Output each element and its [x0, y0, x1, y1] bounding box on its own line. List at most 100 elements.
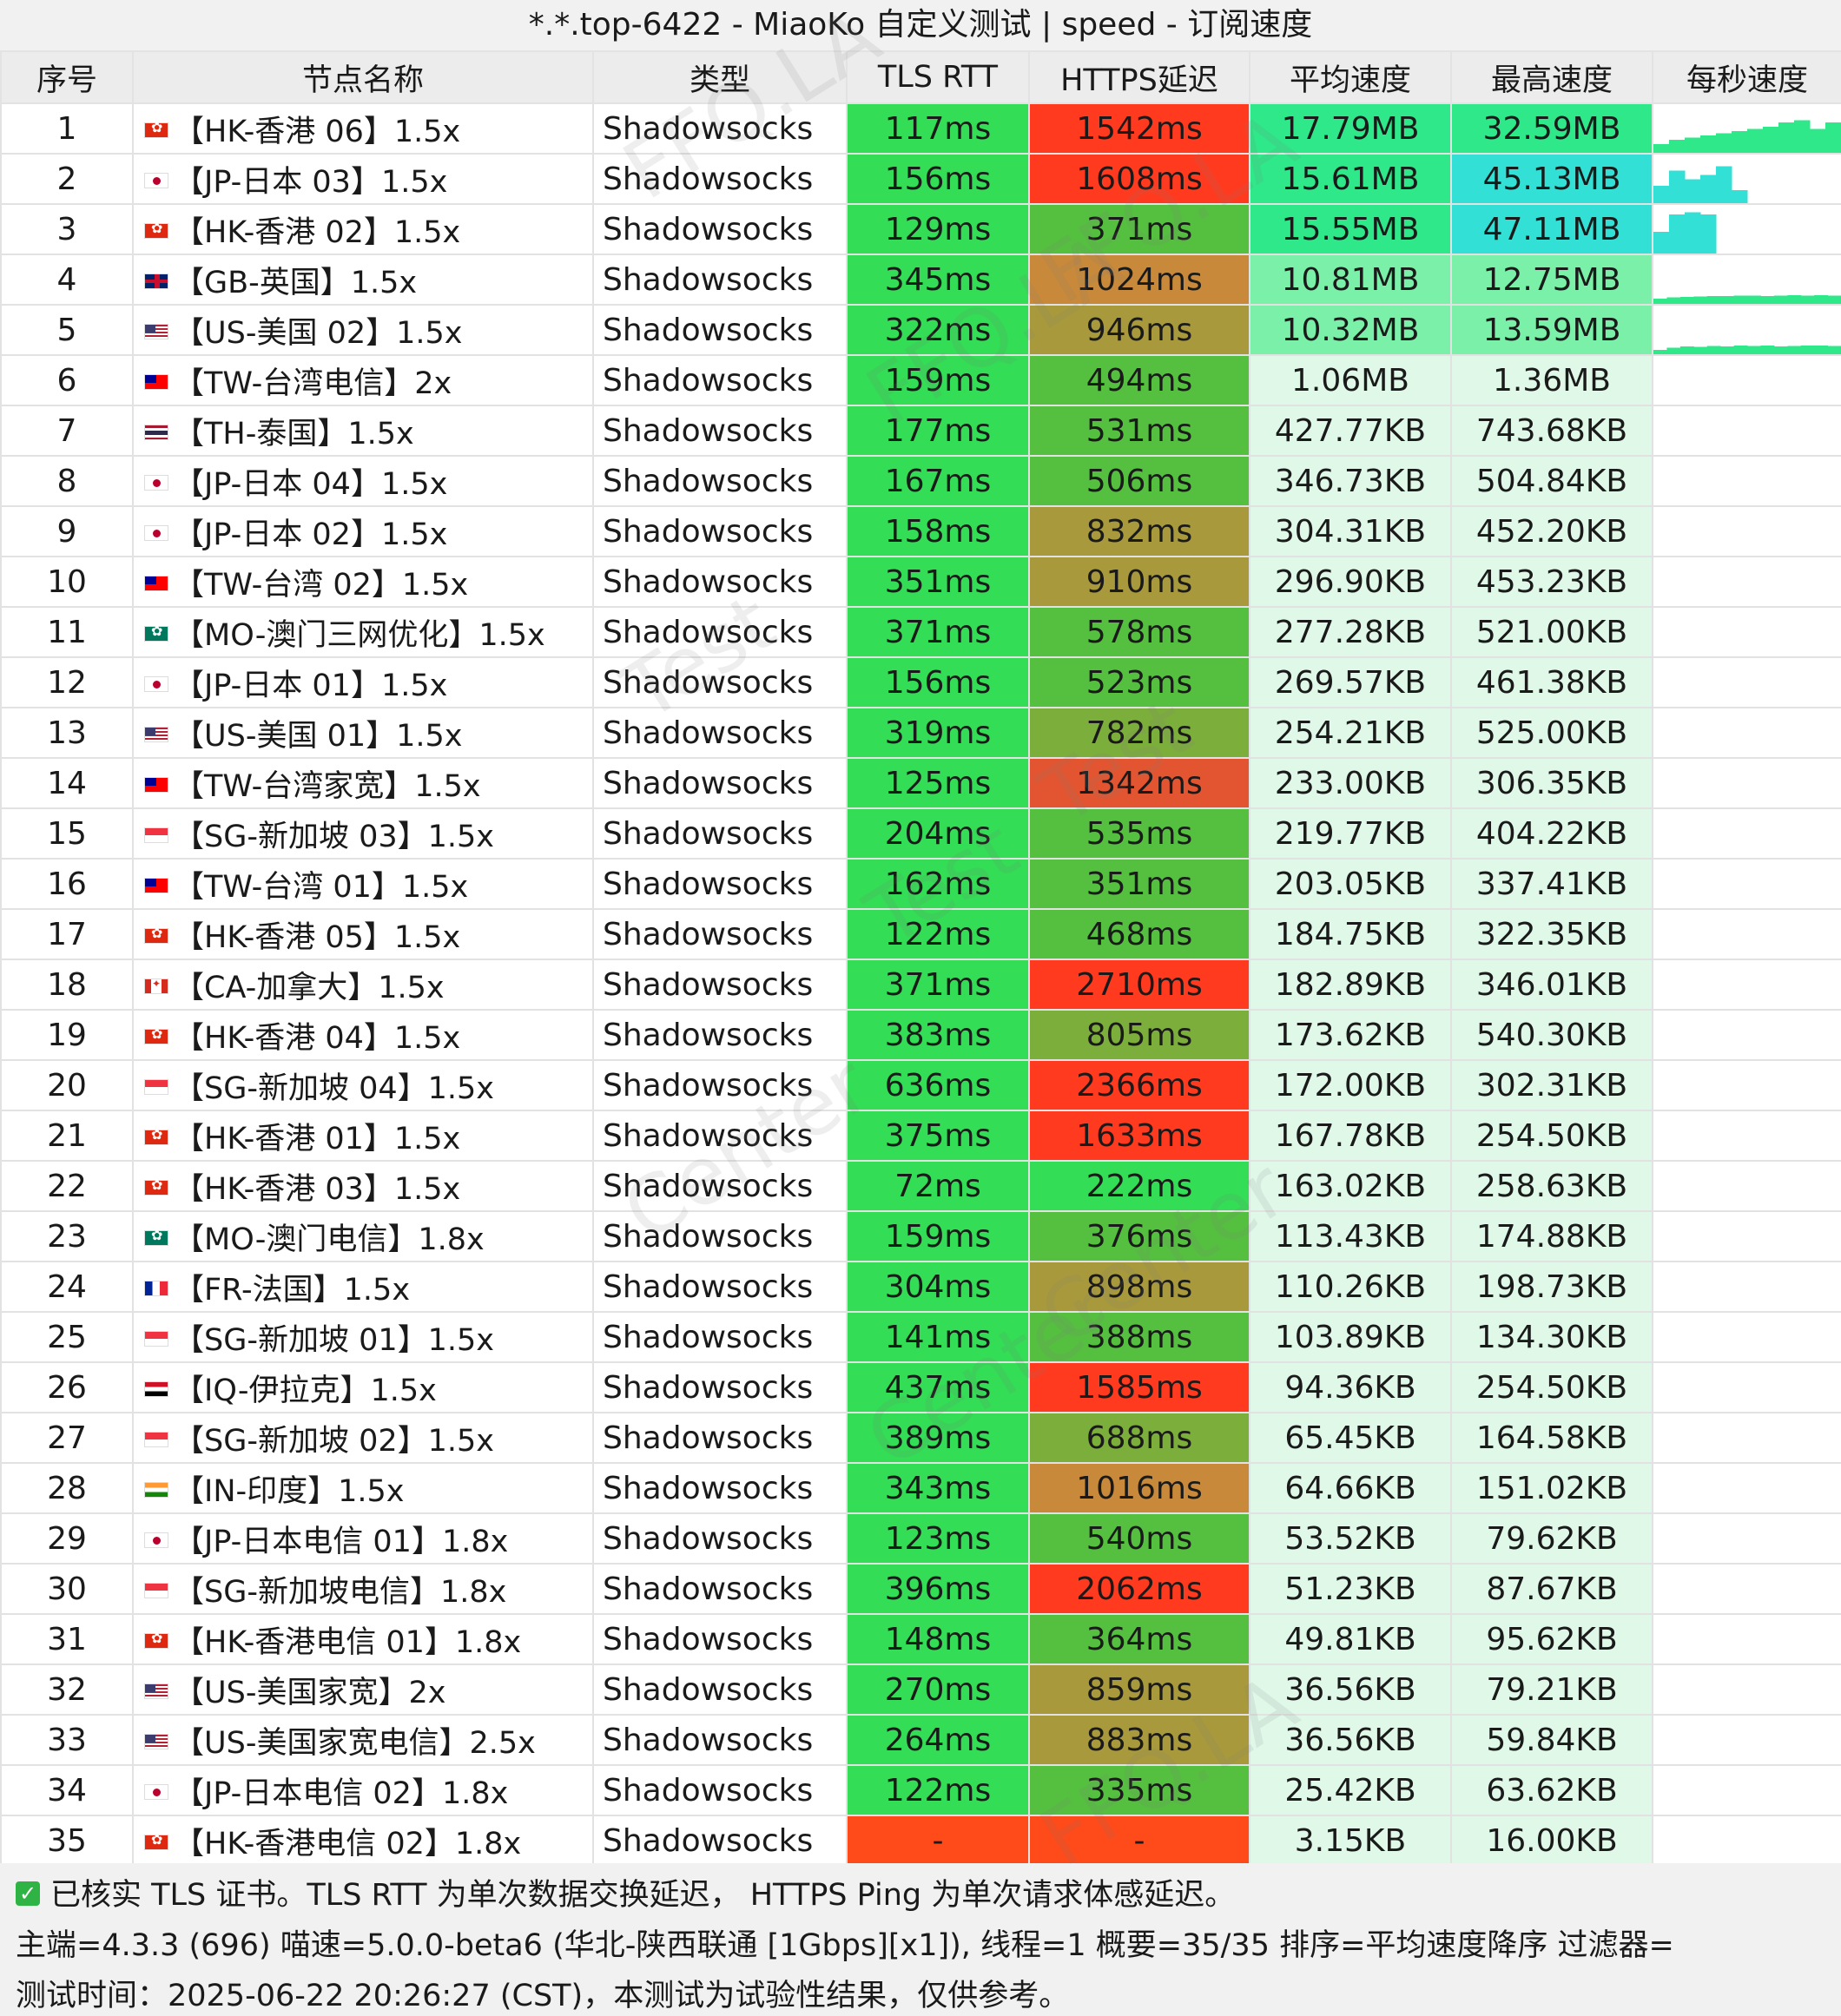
- avg-speed: 36.56KB: [1249, 1664, 1452, 1716]
- footer-line-verification: ✓ 已核实 TLS 证书。TLS RTT 为单次数据交换延迟， HTTPS Pin…: [16, 1870, 1235, 1914]
- column-header-per-second-speed[interactable]: 每秒速度: [1652, 50, 1841, 104]
- table-row[interactable]: 24 【FR-法国】1.5x Shadowsocks 304ms 898ms 110.26…: [0, 1261, 1841, 1313]
- table-row[interactable]: 23 【MO-澳门电信】1.8x Shadowsocks159ms376ms113.…: [0, 1210, 1841, 1262]
- max-speed: 198.73KB: [1450, 1261, 1653, 1313]
- https-delay: 1024ms: [1028, 254, 1250, 306]
- tls-rtt: 270ms: [846, 1664, 1030, 1716]
- https-delay: 1342ms: [1028, 757, 1250, 809]
- max-speed: 79.21KB: [1450, 1664, 1653, 1716]
- table-row[interactable]: 5 【US-美国 02】1.5x Shadowsocks 322ms 946ms 10.3…: [0, 304, 1841, 356]
- table-row[interactable]: 22 【HK-香港 03】1.5x Shadowsocks72ms222ms163.…: [0, 1160, 1841, 1212]
- https-delay: 2062ms: [1028, 1563, 1250, 1615]
- column-header-name[interactable]: 节点名称: [132, 50, 594, 104]
- node-type: Shadowsocks: [592, 1210, 848, 1262]
- flag-sg-icon: [144, 1431, 168, 1447]
- column-header-type[interactable]: 类型: [592, 50, 848, 104]
- table-row[interactable]: 27 【SG-新加坡 02】1.5x Shadowsocks 389ms 688ms 65…: [0, 1412, 1841, 1464]
- node-name: 【JP-日本 03】1.5x: [174, 164, 448, 200]
- node-name: 【TW-台湾 02】1.5x: [174, 567, 469, 603]
- window-title: *.*.top-6422 - MiaoKo 自定义测试 | speed - 订阅…: [0, 0, 1841, 50]
- avg-speed: 51.23KB: [1249, 1563, 1452, 1615]
- column-header-index[interactable]: 序号: [0, 50, 134, 104]
- tls-rtt: 159ms: [846, 354, 1030, 406]
- table-row[interactable]: 16 【TW-台湾 01】1.5x Shadowsocks 162ms 351ms 203…: [0, 858, 1841, 910]
- row-index: 22: [0, 1160, 134, 1212]
- avg-speed: 203.05KB: [1249, 858, 1452, 910]
- table-row[interactable]: 19 【HK-香港 04】1.5x Shadowsocks383ms805ms173…: [0, 1009, 1841, 1061]
- table-row[interactable]: 26 【IQ-伊拉克】1.5x Shadowsocks 437ms 1585ms 94.3…: [0, 1361, 1841, 1413]
- column-header-tls-rtt[interactable]: TLS RTT: [846, 50, 1030, 104]
- max-speed: 174.88KB: [1450, 1210, 1653, 1262]
- table-row[interactable]: 7 【TH-泰国】1.5x Shadowsocks 177ms 531ms 427.77K…: [0, 405, 1841, 457]
- https-delay: 859ms: [1028, 1664, 1250, 1716]
- avg-speed: 15.61MB: [1249, 153, 1452, 205]
- table-row[interactable]: 11 【MO-澳门三网优化】1.5x Shadowsocks371ms578ms27…: [0, 606, 1841, 658]
- column-header-max-speed[interactable]: 最高速度: [1450, 50, 1653, 104]
- node-name-cell: 【SG-新加坡 04】1.5x: [132, 1059, 594, 1111]
- table-row[interactable]: 10 【TW-台湾 02】1.5x Shadowsocks 351ms 910ms 296…: [0, 556, 1841, 608]
- avg-speed: 53.52KB: [1249, 1512, 1452, 1565]
- row-index: 11: [0, 606, 134, 658]
- table-row[interactable]: 4 【GB-英国】1.5x Shadowsocks 345ms 1024ms 10.81M…: [0, 254, 1841, 306]
- table-row[interactable]: 18 【CA-加拿大】1.5x Shadowsocks371ms2710ms182.…: [0, 959, 1841, 1011]
- table-row[interactable]: 31 【HK-香港电信 01】1.8x Shadowsocks148ms364ms4…: [0, 1613, 1841, 1665]
- speed-sample-bar: [1654, 299, 1667, 303]
- table-row[interactable]: 32 【US-美国家宽】2x Shadowsocks 270ms 859ms 36.56K…: [0, 1664, 1841, 1716]
- table-row[interactable]: 29 【JP-日本电信 01】1.8x Shadowsocks 123ms 540ms 5…: [0, 1512, 1841, 1565]
- per-second-speed-chart: [1652, 1261, 1841, 1313]
- table-row[interactable]: 20 【SG-新加坡 04】1.5x Shadowsocks 636ms 2366ms 1…: [0, 1059, 1841, 1111]
- avg-speed: 173.62KB: [1249, 1009, 1452, 1061]
- column-header-https-delay[interactable]: HTTPS延迟: [1028, 50, 1250, 104]
- tls-rtt: 345ms: [846, 254, 1030, 306]
- flag-jp-icon: [144, 1532, 168, 1548]
- row-index: 10: [0, 556, 134, 608]
- table-row[interactable]: 1 【HK-香港 06】1.5x Shadowsocks117ms1542ms17.…: [0, 102, 1841, 155]
- table-row[interactable]: 30 【SG-新加坡电信】1.8x Shadowsocks 396ms 2062ms 51…: [0, 1563, 1841, 1615]
- https-delay: 1542ms: [1028, 102, 1250, 155]
- table-row[interactable]: 21 【HK-香港 01】1.5x Shadowsocks375ms1633ms16…: [0, 1110, 1841, 1162]
- per-second-speed-chart: [1652, 1059, 1841, 1111]
- table-row[interactable]: 2 【JP-日本 03】1.5x Shadowsocks 156ms 1608ms 15.…: [0, 153, 1841, 205]
- node-name: 【HK-香港 01】1.5x: [174, 1121, 461, 1156]
- node-name-cell: 【FR-法国】1.5x: [132, 1261, 594, 1313]
- per-second-speed-chart: [1652, 1160, 1841, 1212]
- speed-sample-bar: [1669, 140, 1686, 152]
- row-index: 1: [0, 102, 134, 155]
- table-row[interactable]: 3 【HK-香港 02】1.5x Shadowsocks129ms371ms15.5…: [0, 203, 1841, 255]
- speed-sample-bar: [1666, 347, 1681, 353]
- table-row[interactable]: 9 【JP-日本 02】1.5x Shadowsocks 158ms 832ms 304.…: [0, 505, 1841, 557]
- speed-sample-bar: [1706, 296, 1721, 303]
- https-delay: 371ms: [1028, 203, 1250, 255]
- table-row[interactable]: 35【HK-香港电信 02】1.8xShadowsocks--3.15KB16.…: [0, 1815, 1841, 1867]
- avg-speed: 167.78KB: [1249, 1110, 1452, 1162]
- table-row[interactable]: 34 【JP-日本电信 02】1.8x Shadowsocks 122ms 335ms 2…: [0, 1764, 1841, 1816]
- avg-speed: 103.89KB: [1249, 1311, 1452, 1363]
- row-index: 24: [0, 1261, 134, 1313]
- per-second-speed-chart: [1652, 908, 1841, 960]
- per-second-speed-chart: [1652, 1512, 1841, 1565]
- table-row[interactable]: 6 【TW-台湾电信】2x Shadowsocks 159ms 494ms 1.06MB 1…: [0, 354, 1841, 406]
- table-row[interactable]: 33 【US-美国家宽电信】2.5x Shadowsocks 264ms 883ms 36…: [0, 1714, 1841, 1766]
- node-name-cell: 【JP-日本 02】1.5x: [132, 505, 594, 557]
- table-row[interactable]: 8 【JP-日本 04】1.5x Shadowsocks 167ms 506ms 346.…: [0, 455, 1841, 507]
- table-row[interactable]: 12 【JP-日本 01】1.5x Shadowsocks 156ms 523ms 269…: [0, 656, 1841, 708]
- table-row[interactable]: 13 【US-美国 01】1.5x Shadowsocks 319ms 782ms 254…: [0, 707, 1841, 759]
- flag-us-icon: [144, 726, 168, 742]
- table-row[interactable]: 15 【SG-新加坡 03】1.5x Shadowsocks 204ms 535ms 21…: [0, 807, 1841, 860]
- footer-verification-text: 已核实 TLS 证书。TLS RTT 为单次数据交换延迟， HTTPS Ping…: [50, 1878, 1236, 1913]
- table-row[interactable]: 28 【IN-印度】1.5x Shadowsocks 343ms 1016ms 64.66…: [0, 1462, 1841, 1514]
- table-row[interactable]: 17 【HK-香港 05】1.5x Shadowsocks122ms468ms184…: [0, 908, 1841, 960]
- node-name-cell: 【HK-香港 02】1.5x: [132, 203, 594, 255]
- per-second-speed-chart: [1652, 304, 1841, 356]
- table-row[interactable]: 14 【TW-台湾家宽】1.5x Shadowsocks 125ms 1342ms 233…: [0, 757, 1841, 809]
- node-name-cell: 【HK-香港电信 01】1.8x: [132, 1613, 594, 1665]
- max-speed: 452.20KB: [1450, 505, 1653, 557]
- row-index: 30: [0, 1563, 134, 1615]
- node-type: Shadowsocks: [592, 707, 848, 759]
- max-speed: 404.22KB: [1450, 807, 1653, 860]
- max-speed: 540.30KB: [1450, 1009, 1653, 1061]
- speed-sample-bar: [1814, 295, 1828, 303]
- node-name-cell: 【SG-新加坡电信】1.8x: [132, 1563, 594, 1615]
- column-header-avg-speed[interactable]: 平均速度: [1249, 50, 1452, 104]
- table-row[interactable]: 25 【SG-新加坡 01】1.5x Shadowsocks 141ms 388ms 10…: [0, 1311, 1841, 1363]
